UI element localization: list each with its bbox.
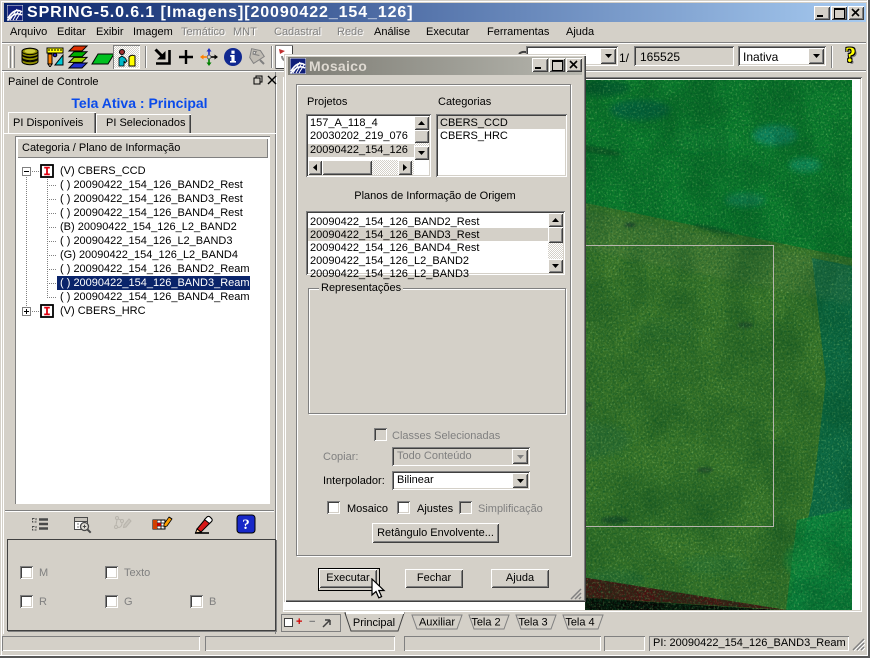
svg-text:Auxiliar: Auxiliar (419, 617, 455, 629)
svg-text:Tela 2: Tela 2 (471, 617, 500, 629)
svg-text:Tela 3: Tela 3 (518, 617, 547, 629)
svg-text:?: ? (242, 517, 250, 533)
svg-text:Tela 4: Tela 4 (565, 617, 594, 629)
svg-text:Principal: Principal (353, 617, 395, 629)
